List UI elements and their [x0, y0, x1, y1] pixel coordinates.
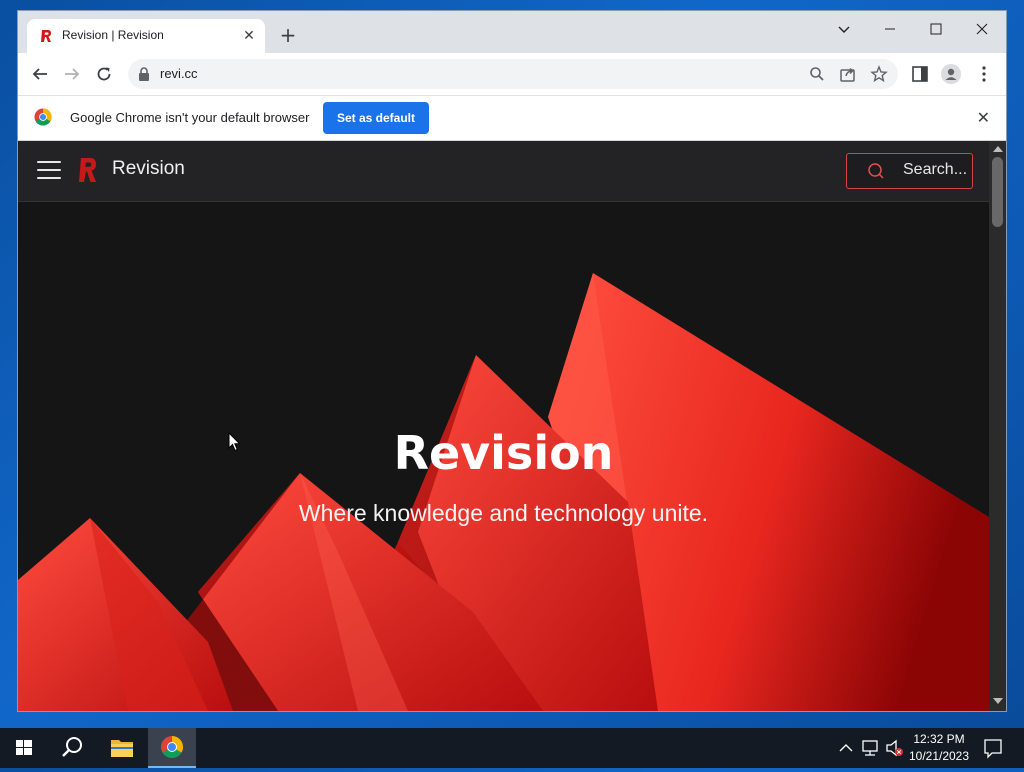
hero-title: Revision	[393, 426, 614, 480]
web-page: Revision Search... Revision Where knowle…	[18, 141, 989, 711]
tab-title: Revision | Revision	[62, 28, 164, 42]
chrome-logo-icon	[161, 736, 183, 758]
revision-favicon-icon	[41, 30, 51, 42]
scroll-down-arrow-icon[interactable]	[993, 698, 1003, 704]
browser-tab[interactable]: Revision | Revision ✕	[27, 19, 265, 53]
windows-logo-icon	[16, 740, 32, 755]
hero-section: Revision Where knowledge and technology …	[18, 202, 989, 711]
hero-subtitle: Where knowledge and technology unite.	[298, 500, 709, 526]
hamburger-menu-icon[interactable]	[37, 161, 61, 179]
menu-kebab-icon[interactable]	[974, 64, 994, 84]
minimize-button[interactable]	[868, 15, 912, 43]
chrome-logo-icon	[34, 108, 52, 126]
maximize-button[interactable]	[914, 15, 958, 43]
network-icon	[862, 740, 878, 756]
taskbar-search-button[interactable]	[48, 728, 96, 768]
forward-button[interactable]	[60, 62, 84, 86]
action-center-button[interactable]	[978, 728, 1008, 768]
infobar-message: Google Chrome isn't your default browser	[70, 110, 310, 125]
address-bar[interactable]: revi.cc	[128, 59, 898, 89]
default-browser-infobar: Google Chrome isn't your default browser…	[18, 96, 1006, 141]
revision-logo-icon[interactable]	[78, 157, 98, 183]
browser-toolbar: revi.cc	[18, 53, 1006, 96]
clock-date: 10/21/2023	[908, 749, 970, 763]
site-name[interactable]: Revision	[112, 158, 185, 180]
site-search-button[interactable]: Search...	[846, 153, 973, 189]
page-scrollbar[interactable]	[989, 141, 1006, 711]
side-panel-icon[interactable]	[910, 64, 930, 84]
scroll-up-arrow-icon[interactable]	[993, 146, 1003, 152]
tab-close-icon[interactable]: ✕	[241, 28, 257, 44]
back-button[interactable]	[28, 62, 52, 86]
search-icon	[62, 737, 82, 757]
notification-icon	[984, 739, 1002, 759]
volume-button[interactable]	[884, 728, 906, 768]
scrollbar-thumb[interactable]	[992, 157, 1003, 227]
zoom-search-icon[interactable]	[808, 65, 826, 83]
chrome-taskbar-button[interactable]	[148, 728, 196, 768]
url-text[interactable]: revi.cc	[160, 66, 198, 81]
chevron-up-icon	[839, 744, 853, 752]
share-icon[interactable]	[839, 65, 857, 83]
lock-icon[interactable]	[138, 67, 150, 81]
start-button[interactable]	[0, 728, 48, 768]
reload-button[interactable]	[92, 62, 116, 86]
tab-search-chevron-icon[interactable]	[822, 15, 866, 43]
search-placeholder: Search...	[903, 161, 968, 178]
mouse-cursor-icon	[228, 432, 241, 452]
close-window-button[interactable]	[960, 15, 1004, 43]
new-tab-button[interactable]: +	[277, 25, 299, 47]
browser-window: Revision | Revision ✕ + revi.cc Google C…	[18, 11, 1006, 711]
clock-time: 12:32 PM	[913, 732, 965, 746]
show-hidden-icons-button[interactable]	[836, 728, 856, 768]
volume-muted-icon	[886, 739, 903, 757]
site-navbar: Revision Search...	[18, 141, 989, 202]
set-as-default-button[interactable]: Set as default	[323, 102, 429, 134]
folder-icon	[111, 740, 133, 757]
system-clock[interactable]: 12:32 PM 10/21/2023	[906, 731, 972, 765]
profile-avatar-icon[interactable]	[941, 64, 961, 84]
tab-strip: Revision | Revision ✕ +	[18, 11, 1006, 53]
file-explorer-button[interactable]	[98, 728, 146, 768]
bookmark-star-icon[interactable]	[870, 65, 888, 83]
windows-taskbar: 12:32 PM 10/21/2023	[0, 728, 1024, 768]
network-button[interactable]	[860, 728, 882, 768]
infobar-close-icon[interactable]: ✕	[977, 108, 990, 127]
search-icon	[868, 163, 884, 179]
